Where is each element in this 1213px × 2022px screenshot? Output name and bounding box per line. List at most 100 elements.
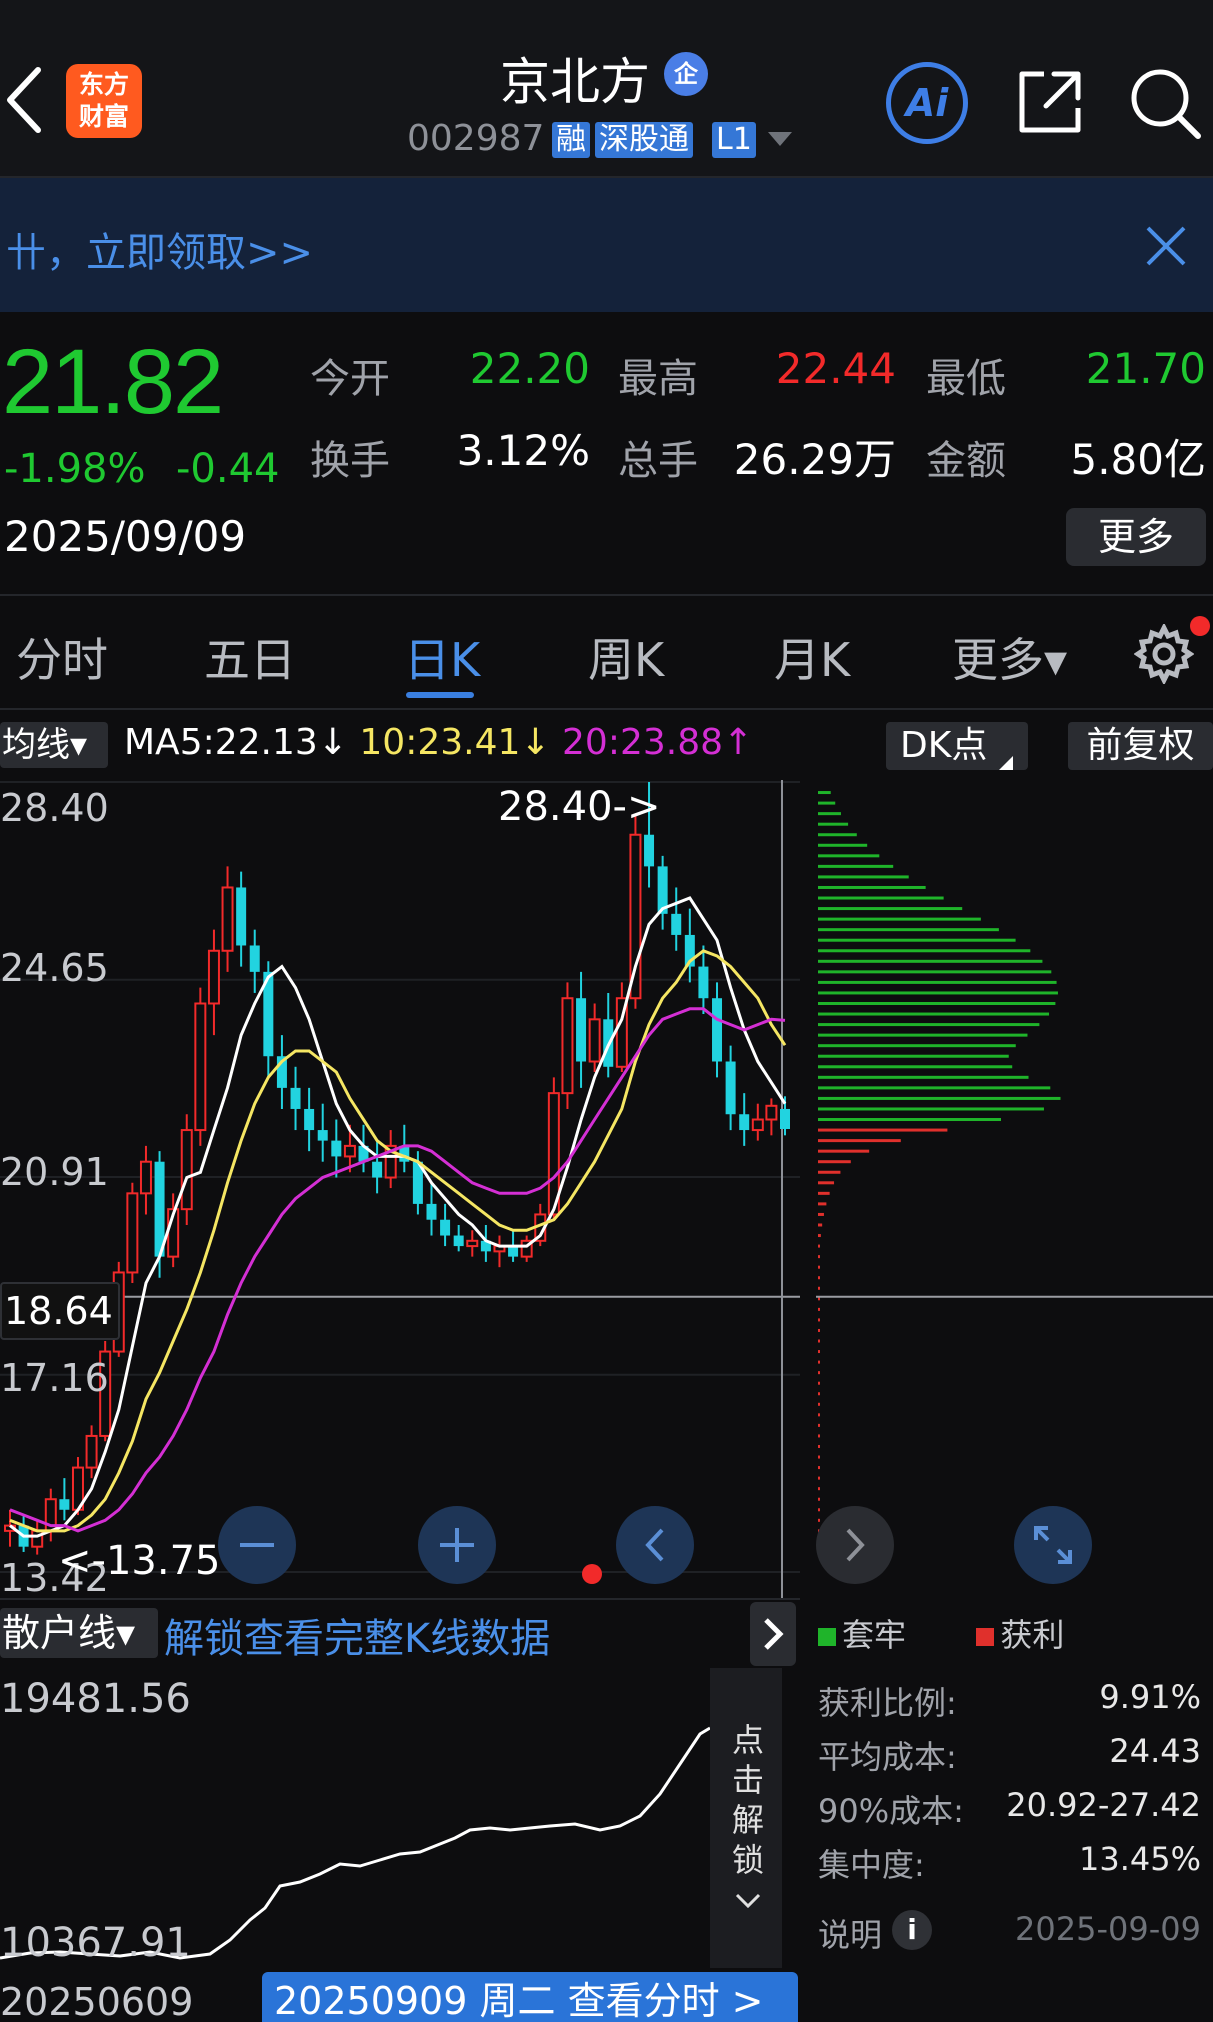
candle-body	[126, 1192, 139, 1274]
chip-bar	[818, 801, 836, 805]
tab-five-day[interactable]: 五日	[204, 624, 296, 690]
margin-tag: 融	[552, 122, 590, 158]
candle-body	[508, 1246, 519, 1257]
chip-bar	[818, 970, 1052, 974]
chip-bar	[818, 1118, 1002, 1122]
zoom-in-icon[interactable]	[418, 1506, 496, 1584]
search-icon[interactable]	[1126, 64, 1204, 142]
chip-bar	[818, 1086, 1051, 1090]
lower-y-max: 19481.56	[0, 1676, 191, 1722]
chip-bar	[818, 1286, 820, 1290]
profit-ratio-value: 9.91%	[1099, 1678, 1201, 1716]
chip-bar	[818, 1518, 820, 1522]
ma-values: MA5:22.13↓ 10:23.41↓ 20:23.88↑	[124, 722, 753, 763]
chip-bar	[818, 1487, 820, 1491]
chevron-down-icon[interactable]	[768, 132, 792, 146]
promo-banner-text[interactable]: 卄，立即领取>>	[6, 220, 313, 278]
chip-bar	[818, 1202, 827, 1206]
close-icon[interactable]	[1142, 222, 1190, 270]
chip-bar	[818, 1244, 820, 1248]
k-line-chart[interactable]	[0, 780, 800, 1598]
y-axis-label: 17.16	[0, 1356, 109, 1400]
candle-body	[712, 998, 723, 1062]
chip-bar	[818, 1476, 820, 1480]
candle-body	[372, 1161, 383, 1178]
selected-date-button[interactable]: 20250909 周二 查看分时 >	[262, 1972, 798, 2022]
ma10-value: 10:23.41↓	[359, 722, 551, 763]
chip-bar	[818, 980, 1057, 984]
expand-icon[interactable]	[1014, 1506, 1092, 1584]
unlock-panel-text[interactable]: 点 击 解 锁	[728, 1720, 768, 1920]
back-icon[interactable]	[4, 64, 44, 136]
crosshair-price-tag: 18.64	[0, 1282, 120, 1340]
divider	[0, 1598, 800, 1600]
share-icon[interactable]	[1014, 66, 1086, 138]
shenzhen-connect-tag: 深股通	[595, 122, 693, 158]
chip-bar	[818, 791, 831, 795]
chevron-right-icon[interactable]	[816, 1506, 894, 1584]
tab-weekly-k[interactable]: 周K	[588, 624, 664, 690]
stock-code[interactable]: 002987	[407, 118, 544, 159]
more-quote-button[interactable]: 更多	[1066, 508, 1206, 566]
chip-bar	[818, 1297, 820, 1301]
divider	[0, 594, 1213, 596]
cost-90-value: 20.92-27.42	[1006, 1786, 1201, 1824]
chip-bar	[818, 1255, 820, 1259]
open-label: 今开	[310, 356, 390, 402]
profit-label: 获利	[1000, 1616, 1065, 1654]
chip-bar	[818, 1381, 820, 1385]
logo-line1: 东方	[78, 70, 129, 99]
chip-bar	[818, 1497, 820, 1501]
candle-body	[576, 998, 587, 1062]
chevron-right-icon[interactable]	[750, 1602, 796, 1666]
candle-body	[588, 1018, 601, 1063]
lock-char: 击	[731, 1761, 764, 1799]
zoom-out-icon[interactable]	[218, 1506, 296, 1584]
tab-daily-k[interactable]: 日K	[404, 624, 480, 690]
app-logo[interactable]: 东方 财富	[66, 64, 142, 138]
candle-body	[343, 1144, 356, 1158]
chip-bar	[818, 1044, 1016, 1048]
candle-body	[139, 1160, 152, 1195]
dk-point-button[interactable]: DK点	[886, 722, 1028, 770]
chip-bar	[818, 864, 894, 868]
trapped-swatch	[818, 1628, 836, 1646]
adjust-mode-button[interactable]: 前复权	[1068, 722, 1213, 770]
high-annotation: 28.40->	[498, 784, 661, 830]
chip-bar	[818, 1075, 1029, 1079]
lock-char: 点	[731, 1721, 764, 1759]
candle-body	[780, 1108, 790, 1130]
chip-bar	[818, 1360, 820, 1364]
gear-icon[interactable]	[1134, 624, 1194, 684]
unlock-link[interactable]: 解锁查看完整K线数据	[164, 1606, 550, 1664]
chip-distribution-chart	[816, 791, 1213, 1554]
chip-bar	[818, 1276, 820, 1280]
chip-bar	[818, 1434, 820, 1438]
chip-bar	[818, 1223, 823, 1227]
ma-selector[interactable]: 均线▾	[0, 722, 108, 768]
chip-bar	[818, 1139, 901, 1143]
ai-button[interactable]: Ai	[886, 62, 968, 144]
chip-bar	[818, 875, 909, 879]
candle-body	[644, 834, 655, 867]
chip-bar	[818, 1466, 820, 1470]
tab-more[interactable]: 更多▾	[952, 624, 1067, 690]
indicator-selector[interactable]: 散户线▾	[0, 1608, 158, 1658]
chip-bar	[818, 1307, 820, 1311]
chip-bar	[818, 1265, 820, 1269]
logo-line2: 财富	[78, 102, 129, 131]
candle-body	[290, 1087, 301, 1109]
chip-bar	[818, 1339, 820, 1343]
chip-bar	[818, 1455, 820, 1459]
marker-dot	[582, 1564, 602, 1584]
candle-body	[725, 1061, 736, 1115]
chip-bar	[818, 1033, 1028, 1037]
note-label[interactable]: 说明	[818, 1910, 882, 1956]
tab-intraday[interactable]: 分时	[16, 624, 108, 690]
info-icon[interactable]: i	[892, 1910, 932, 1950]
chevron-left-icon[interactable]	[616, 1506, 694, 1584]
tab-monthly-k[interactable]: 月K	[774, 624, 850, 690]
stock-name: 京北方	[500, 53, 650, 111]
cost-90-label: 90%成本:	[818, 1792, 964, 1830]
chip-bar	[818, 1065, 1013, 1069]
